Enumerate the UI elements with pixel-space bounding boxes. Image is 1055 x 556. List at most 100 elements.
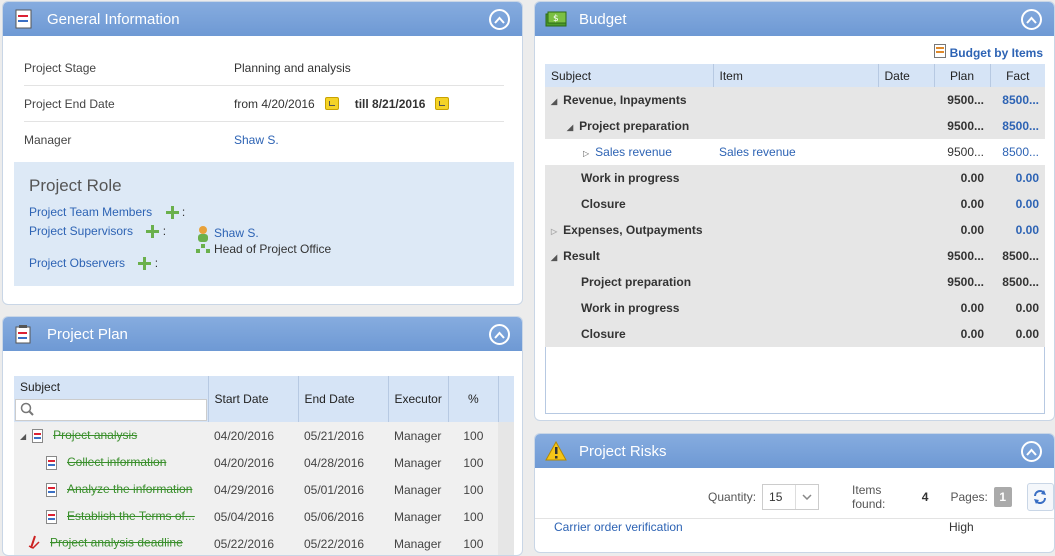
calendar-icon[interactable] (324, 97, 339, 110)
project-stage-row: Project Stage Planning and analysis (24, 50, 504, 86)
project-role-title: Project Role (29, 176, 122, 195)
task-end: 05/01/2016 (304, 482, 365, 497)
add-team-member-icon[interactable] (165, 206, 179, 220)
column-end-date[interactable]: End Date (298, 376, 389, 422)
expand-icon[interactable]: ◢ (567, 123, 573, 132)
observers-link[interactable]: Project Observers (29, 256, 125, 270)
task-icon (46, 509, 57, 524)
scrollbar[interactable] (498, 422, 515, 449)
row-fact[interactable]: 8500... (990, 87, 1045, 113)
subject-search-input[interactable] (15, 399, 207, 421)
column-item[interactable]: Item (713, 64, 879, 87)
supervisors-colon: : (162, 224, 167, 238)
task-start: 05/22/2016 (214, 536, 275, 551)
row-subject: Revenue, Inpayments (563, 93, 687, 107)
risk-level: High (949, 520, 974, 534)
project-stage-value: Planning and analysis (234, 60, 351, 75)
row-fact[interactable]: 0.00 (990, 217, 1045, 243)
expand-icon[interactable]: ▷ (583, 149, 589, 158)
risk-link[interactable]: Carrier order verification (554, 520, 683, 534)
quantity-label: Quantity: (708, 490, 757, 504)
collapse-icon[interactable] (1021, 9, 1042, 30)
expand-icon[interactable]: ◢ (20, 432, 26, 441)
plan-icon (13, 323, 35, 345)
row-fact[interactable]: 8500... (990, 139, 1045, 165)
row-fact[interactable]: 8500... (990, 113, 1045, 139)
budget-header: $ Budget (535, 2, 1054, 36)
table-row[interactable]: ◢ Revenue, Inpayments 9500... 8500... (545, 87, 1045, 113)
task-subject[interactable]: Analyze the information (67, 482, 192, 496)
warning-icon (545, 440, 567, 462)
table-row[interactable]: Establish the Terms of... 05/04/2016 05/… (14, 503, 515, 530)
expand-icon[interactable]: ◢ (551, 97, 557, 106)
row-fact[interactable]: 0.00 (990, 165, 1045, 191)
budget-table: Subject Item Date Plan Fact ◢ Revenue, In… (545, 64, 1045, 347)
team-members-row: Project Team Members : (29, 205, 185, 220)
column-subject[interactable]: Subject (14, 376, 209, 422)
collapse-icon[interactable] (489, 9, 510, 30)
row-plan: 0.00 (934, 321, 990, 347)
expand-icon[interactable]: ◢ (551, 253, 557, 262)
page-1-button[interactable]: 1 (993, 487, 1012, 507)
collapse-icon[interactable] (1021, 441, 1042, 462)
money-icon: $ (545, 8, 567, 30)
general-information-header: General Information (3, 2, 522, 36)
table-row[interactable]: ◢ Result 9500... 8500... (545, 243, 1045, 269)
project-plan-panel: Project Plan Subject Start Date End Date… (2, 316, 523, 556)
manager-link[interactable]: Shaw S. (234, 133, 279, 147)
table-row[interactable]: Closure 0.00 0.00 (545, 321, 1045, 347)
table-row[interactable]: ◢ Project preparation 9500... 8500... (545, 113, 1045, 139)
task-subject[interactable]: Collect information (67, 455, 166, 469)
add-observer-icon[interactable] (138, 257, 152, 271)
column-fact[interactable]: Fact (990, 64, 1045, 87)
team-members-link[interactable]: Project Team Members (29, 205, 152, 219)
row-fact[interactable]: 0.00 (990, 191, 1045, 217)
calendar-icon[interactable] (435, 97, 450, 110)
collapse-icon[interactable] (489, 324, 510, 345)
column-subject[interactable]: Subject (545, 64, 714, 87)
supervisor-position: Head of Project Office (214, 242, 332, 256)
row-item[interactable]: Sales revenue (713, 139, 878, 165)
table-row[interactable]: Closure 0.00 0.00 (545, 191, 1045, 217)
column-date[interactable]: Date (878, 64, 935, 87)
row-subject[interactable]: Sales revenue (595, 145, 672, 159)
task-subject[interactable]: Establish the Terms of... (67, 509, 195, 523)
budget-by-items-link[interactable]: Budget by Items (933, 44, 1043, 61)
add-supervisor-icon[interactable] (146, 225, 160, 239)
task-start: 04/29/2016 (214, 482, 275, 497)
column-start-date[interactable]: Start Date (208, 376, 299, 422)
task-subject[interactable]: Project analysis deadline (50, 536, 183, 550)
table-row[interactable]: ▷ Expenses, Outpayments 0.00 0.00 (545, 217, 1045, 243)
project-stage-label: Project Stage (24, 60, 97, 75)
row-fact: 8500... (990, 243, 1045, 269)
expand-icon[interactable]: ▷ (551, 227, 557, 236)
table-row[interactable]: ▷ Sales revenue Sales revenue 9500... 850… (545, 139, 1045, 165)
table-row[interactable]: Work in progress 0.00 0.00 (545, 165, 1045, 191)
supervisor-name-link[interactable]: Shaw S. (214, 226, 331, 240)
table-row[interactable]: Collect information 04/20/2016 04/28/201… (14, 449, 515, 476)
column-executor[interactable]: Executor (388, 376, 449, 422)
risks-toolbar: Quantity: 15 Items found: 4 Pages: 1 (708, 483, 1054, 511)
chevron-down-icon[interactable] (794, 485, 819, 509)
task-executor: Manager (394, 482, 442, 497)
table-row[interactable]: ◢ Project analysis 04/20/2016 05/21/2016 … (14, 422, 515, 449)
row-subject: Project preparation (579, 119, 690, 133)
quantity-select[interactable]: 15 (762, 484, 820, 510)
row-subject: Expenses, Outpayments (563, 223, 703, 237)
table-row[interactable]: Work in progress 0.00 0.00 (545, 295, 1045, 321)
quantity-value: 15 (769, 490, 783, 504)
task-subject[interactable]: Project analysis (53, 428, 137, 442)
task-start: 04/20/2016 (214, 455, 275, 470)
refresh-icon[interactable] (1026, 483, 1054, 511)
supervisors-link[interactable]: Project Supervisors (29, 224, 133, 238)
task-executor: Manager (394, 428, 442, 443)
table-row[interactable]: Project analysis deadline 05/22/2016 05/… (14, 530, 515, 555)
pages-label: Pages: (950, 490, 988, 504)
column-percent[interactable]: % (448, 376, 499, 422)
manager-label: Manager (24, 133, 72, 147)
manager-row: Manager Shaw S. (24, 122, 504, 158)
budget-panel: $ Budget Budget by Items Subject Item Da… (534, 1, 1055, 421)
table-row[interactable]: Project preparation 9500... 8500... (545, 269, 1045, 295)
column-plan[interactable]: Plan (934, 64, 991, 87)
table-row[interactable]: Analyze the information 04/29/2016 05/01… (14, 476, 515, 503)
